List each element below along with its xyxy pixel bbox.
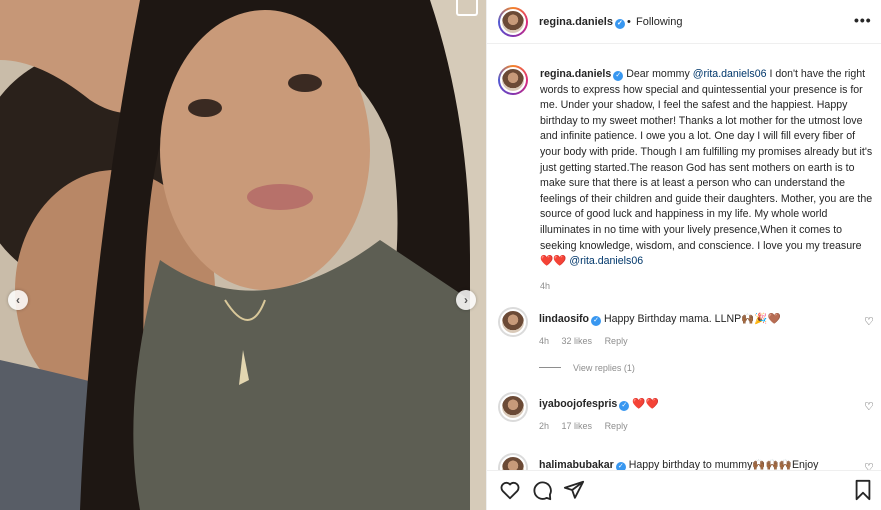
avatar[interactable] [498, 65, 528, 95]
comment-body: ❤️❤️ [632, 398, 659, 410]
comment-body: Happy Birthday mama. LLNP🙌🏾🎉🤎 [603, 313, 781, 325]
post-sidebar: regina.daniels ✓ • Following ••• regina.d… [486, 0, 881, 510]
avatar[interactable] [498, 392, 528, 422]
comment-text: lindaosifo ✓ Happy Birthday mama. LLNP🙌🏾🎉… [539, 312, 859, 326]
comment-likes[interactable]: 17 likes [562, 421, 593, 431]
more-options-icon[interactable]: ••• [854, 12, 872, 28]
avatar[interactable] [498, 453, 528, 470]
share-icon[interactable] [563, 479, 585, 501]
post-actions [487, 470, 881, 510]
view-replies-label: View replies (1) [573, 363, 635, 373]
mention-link[interactable]: @rita.daniels06 [693, 68, 767, 80]
heart-icon[interactable] [499, 479, 521, 501]
reply-button[interactable]: Reply [605, 336, 628, 346]
caption-username[interactable]: regina.daniels [540, 68, 611, 80]
comment-username[interactable]: lindaosifo [539, 313, 589, 325]
selfie-image [0, 0, 486, 510]
caption-part: I don't have the right words to express … [540, 68, 873, 252]
comment-likes[interactable]: 32 likes [562, 336, 593, 346]
comment-username[interactable]: halimabubakar [539, 459, 614, 470]
verified-badge-icon: ✓ [613, 71, 624, 81]
post-author[interactable]: regina.daniels ✓ [539, 16, 625, 29]
chevron-left-icon[interactable]: ‹ [8, 290, 28, 310]
comment-meta: 2h 17 likes Reply [539, 421, 638, 431]
caption-text: regina.daniels ✓ Dear mommy @rita.daniels… [540, 67, 876, 270]
verified-badge-icon: ✓ [591, 316, 602, 326]
reply-button[interactable]: Reply [605, 421, 628, 431]
multiple-photos-icon [456, 0, 478, 16]
comments-list[interactable]: regina.daniels ✓ Dear mommy @rita.daniels… [487, 45, 881, 470]
verified-badge-icon: ✓ [614, 19, 625, 29]
comment-meta: 4h 32 likes Reply [539, 336, 638, 346]
separator-dot: • [627, 16, 631, 28]
heart-icon[interactable]: ♡ [864, 315, 874, 328]
post-photo: ‹ › [0, 0, 486, 510]
heart-icon[interactable]: ♡ [864, 400, 874, 413]
comment-time[interactable]: 2h [539, 421, 549, 431]
comment-body: Happy birthday to mummy🙌🏾🙌🏾🙌🏾Enjoy [628, 459, 819, 470]
caption-timestamp[interactable]: 4h [540, 281, 550, 291]
comment-time[interactable]: 4h [539, 336, 549, 346]
comment-text: halimabubakar ✓ Happy birthday to mummy🙌🏾… [539, 458, 859, 470]
verified-badge-icon: ✓ [619, 401, 630, 411]
verified-badge-icon: ✓ [615, 462, 626, 470]
view-replies-button[interactable]: View replies (1) [539, 363, 635, 373]
comment-icon[interactable] [531, 479, 553, 501]
mention-link[interactable]: @rita.daniels06 [569, 255, 643, 267]
avatar[interactable] [498, 307, 528, 337]
following-button[interactable]: Following [636, 16, 682, 28]
post-header: regina.daniels ✓ • Following ••• [487, 0, 881, 44]
comment-username[interactable]: iyaboojofespris [539, 398, 617, 410]
avatar[interactable] [498, 7, 528, 37]
heart-icon[interactable]: ♡ [864, 461, 874, 470]
caption-part: Dear mommy [623, 68, 693, 80]
chevron-right-icon[interactable]: › [456, 290, 476, 310]
comment-text: iyaboojofespris ✓ ❤️❤️ [539, 397, 859, 411]
username-label[interactable]: regina.daniels [539, 16, 613, 28]
bookmark-icon[interactable] [853, 479, 873, 501]
caption-emojis: ❤️❤️ [540, 255, 567, 268]
